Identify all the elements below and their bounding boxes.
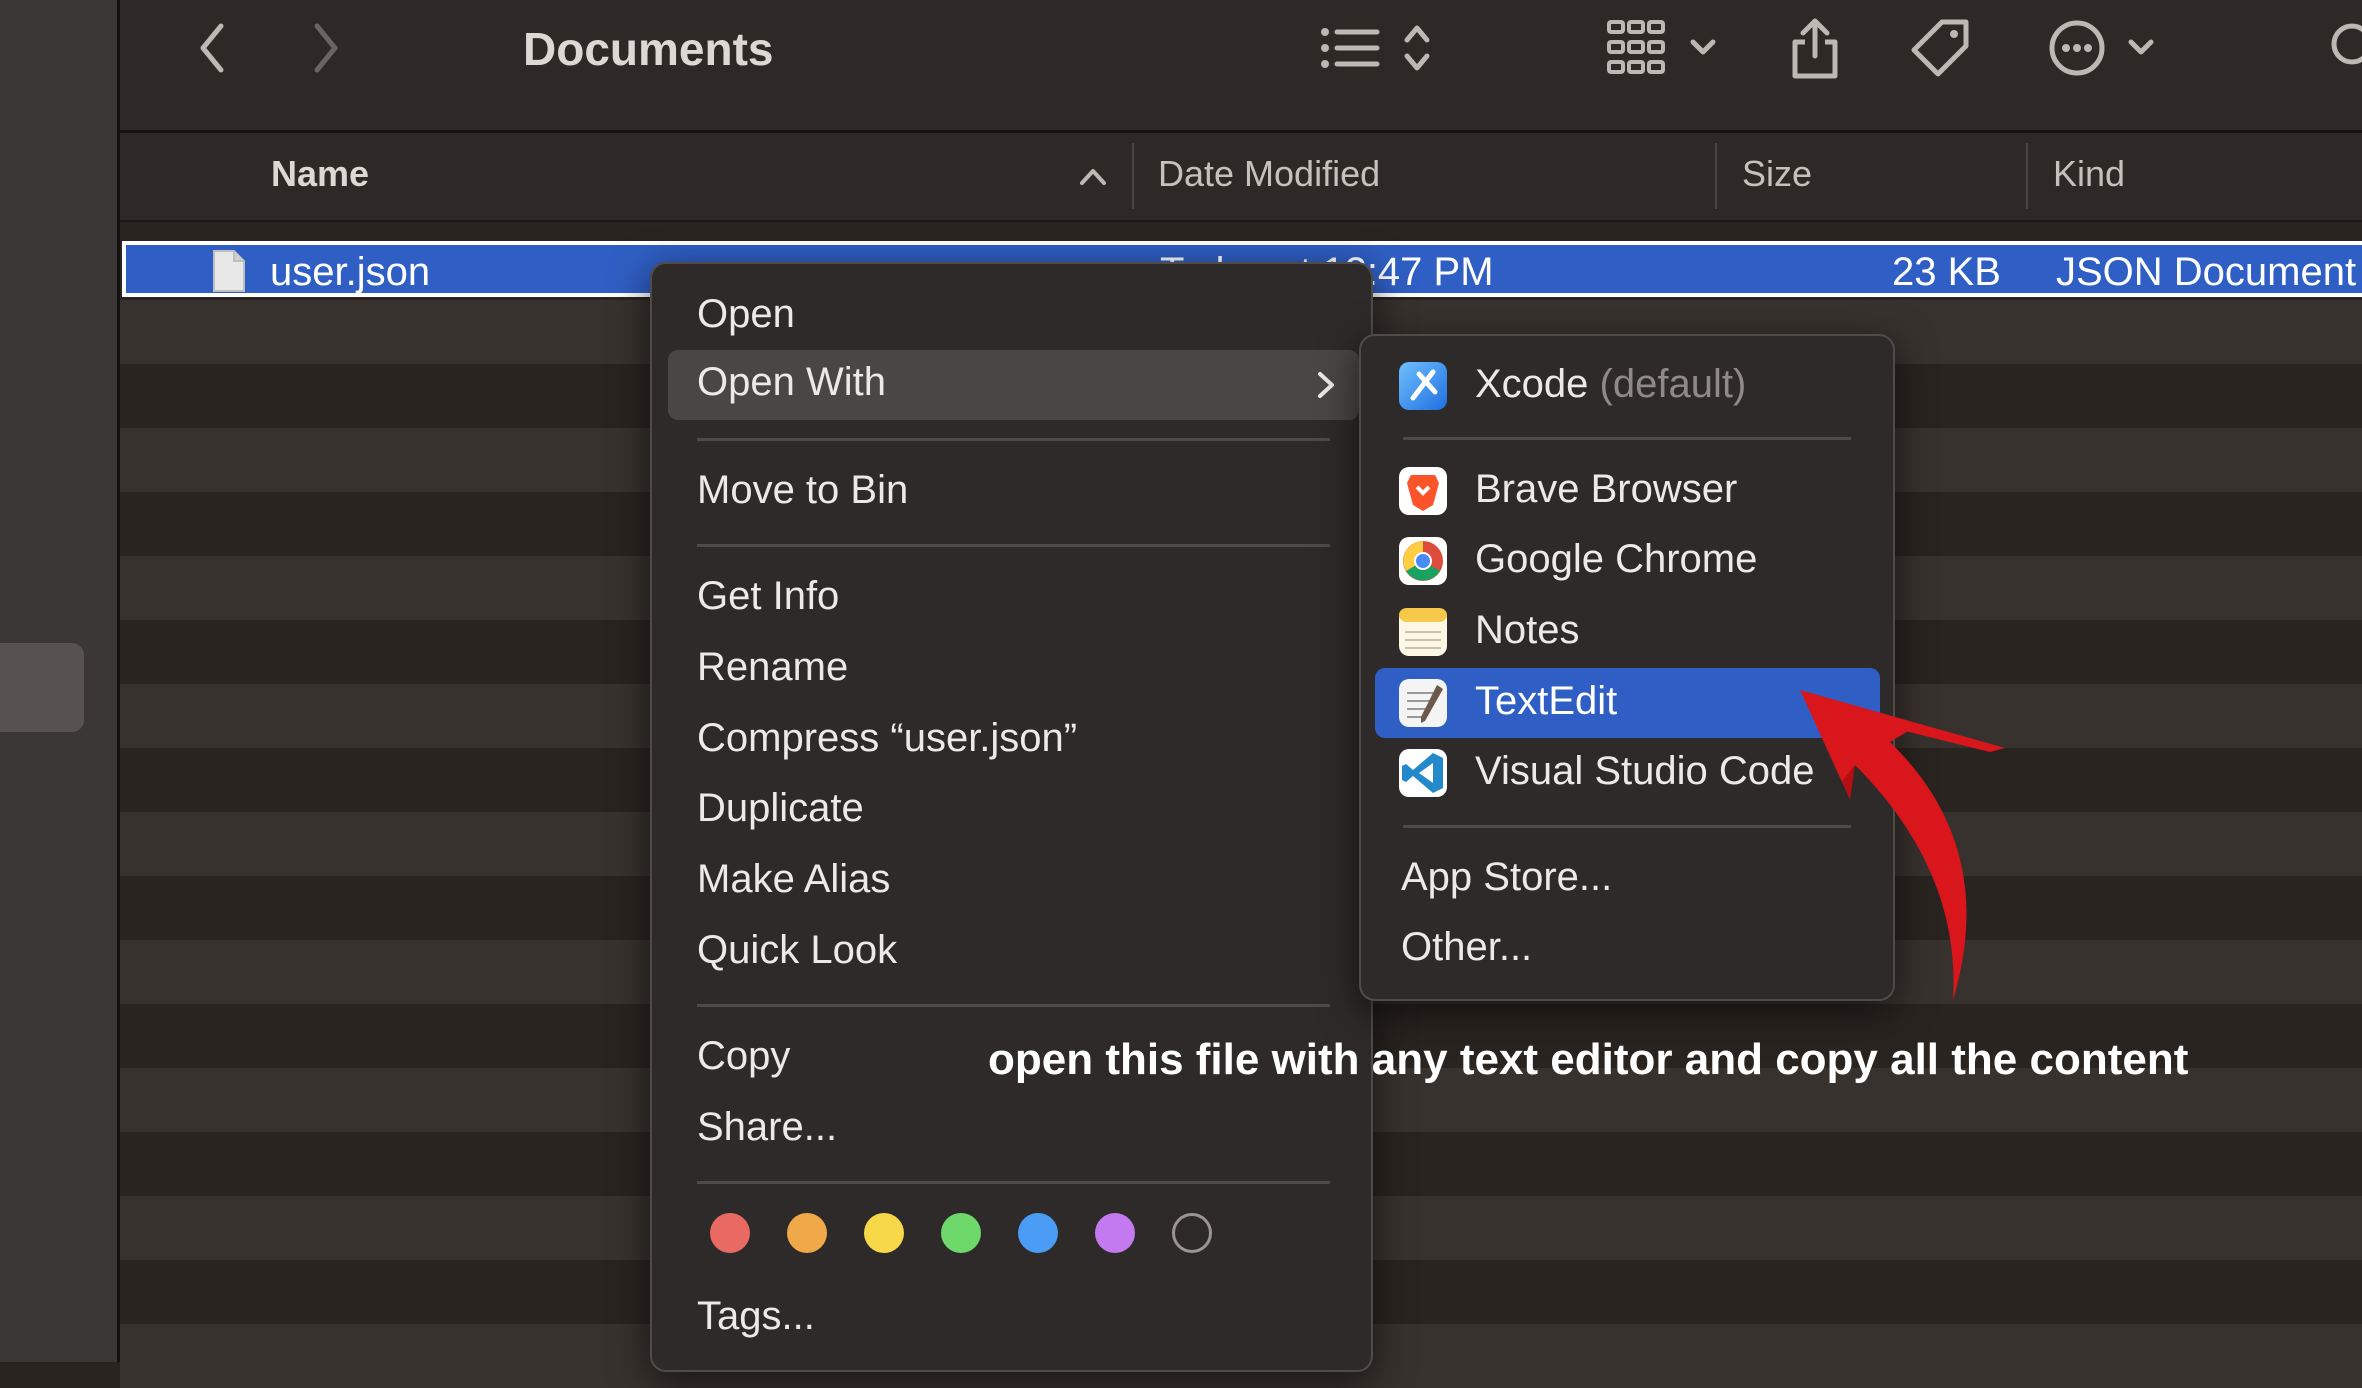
grid-icon (1607, 20, 1716, 74)
column-name[interactable]: Name (271, 153, 369, 195)
file-name: user.json (270, 250, 431, 294)
tag-green[interactable] (941, 1213, 981, 1253)
forward-button[interactable] (295, 18, 355, 78)
menu-separator (1403, 437, 1851, 440)
more-button[interactable] (2045, 18, 2165, 78)
tag-none[interactable] (1172, 1213, 1212, 1253)
submenu-item-notes[interactable]: Notes (1475, 608, 1580, 653)
sort-button[interactable] (1315, 18, 1445, 78)
toolbar: Documents (120, 0, 2362, 133)
sidebar (0, 0, 120, 1362)
chevron-right-icon (314, 23, 338, 73)
search-icon (2331, 23, 2362, 65)
column-divider[interactable] (1132, 143, 1134, 209)
sort-ascending-icon (1080, 169, 1106, 185)
tag-purple[interactable] (1095, 1213, 1135, 1253)
menu-separator (697, 438, 1330, 441)
submenu-item-brave[interactable]: Brave Browser (1475, 467, 1737, 512)
tag-blue[interactable] (1018, 1213, 1058, 1253)
share-button[interactable] (1780, 18, 1850, 79)
xcode-label: Xcode (1475, 362, 1589, 406)
menu-item-copy[interactable]: Copy (697, 1034, 790, 1079)
submenu-item-chrome[interactable]: Google Chrome (1475, 537, 1757, 582)
json-file-icon (213, 250, 245, 292)
tag-yellow[interactable] (864, 1213, 904, 1253)
menu-item-open-with[interactable]: Open With (668, 350, 1359, 420)
column-header: Name Date Modified Size Kind (120, 133, 2362, 222)
ellipsis-circle-icon (2049, 20, 2154, 76)
annotation-caption: open this file with any text editor and … (988, 1035, 2189, 1084)
menu-separator (697, 544, 1330, 547)
list-sort-icon (1321, 25, 1430, 71)
menu-item-tags[interactable]: Tags... (697, 1294, 815, 1339)
file-kind: JSON Document (2056, 250, 2357, 294)
column-divider[interactable] (1715, 143, 1717, 209)
window-title: Documents (523, 23, 774, 75)
menu-item-compress[interactable]: Compress “user.json” (697, 716, 1077, 761)
menu-separator (697, 1004, 1330, 1007)
column-size[interactable]: Size (1742, 153, 1812, 195)
menu-item-open[interactable]: Open (697, 292, 795, 337)
textedit-icon (1399, 679, 1447, 727)
default-label: (default) (1599, 362, 1747, 406)
vscode-icon (1399, 749, 1447, 797)
search-button[interactable] (2320, 18, 2362, 78)
column-kind[interactable]: Kind (2053, 153, 2125, 195)
menu-item-open-with-label: Open With (697, 360, 886, 404)
menu-item-share[interactable]: Share... (697, 1105, 837, 1150)
submenu-item-textedit[interactable]: TextEdit (1475, 679, 1617, 724)
menu-item-make-alias[interactable]: Make Alias (697, 857, 890, 902)
tag-orange[interactable] (787, 1213, 827, 1253)
menu-item-duplicate[interactable]: Duplicate (697, 786, 864, 831)
submenu-item-xcode[interactable]: Xcode (default) (1475, 362, 1746, 407)
menu-separator (697, 1181, 1330, 1184)
menu-item-get-info[interactable]: Get Info (697, 574, 839, 619)
menu-item-quick-look[interactable]: Quick Look (697, 928, 897, 973)
chevron-left-icon (200, 23, 224, 73)
menu-item-rename[interactable]: Rename (697, 645, 848, 690)
column-date-modified[interactable]: Date Modified (1158, 153, 1380, 195)
sidebar-selected-item[interactable] (0, 643, 84, 732)
chevron-right-icon (1318, 372, 1334, 398)
context-menu: Open Open With Move to Bin Get Info Rena… (650, 262, 1373, 1372)
tag-icon (1911, 19, 1969, 77)
tag-button[interactable] (1905, 18, 1975, 78)
group-button[interactable] (1605, 18, 1735, 78)
tag-red[interactable] (710, 1213, 750, 1253)
chrome-icon (1399, 537, 1447, 585)
submenu-item-app-store[interactable]: App Store... (1401, 855, 1612, 900)
file-size: 23 KB (1892, 250, 2001, 294)
annotation-arrow-icon (1800, 690, 2005, 1000)
menu-item-move-to-bin[interactable]: Move to Bin (697, 468, 908, 513)
notes-icon (1399, 608, 1447, 656)
share-icon (1792, 18, 1838, 79)
xcode-icon (1399, 362, 1447, 410)
submenu-item-other[interactable]: Other... (1401, 925, 1532, 970)
back-button[interactable] (183, 18, 243, 78)
submenu-item-vscode[interactable]: Visual Studio Code (1475, 749, 1815, 794)
brave-icon (1399, 467, 1447, 515)
column-divider[interactable] (2026, 143, 2028, 209)
